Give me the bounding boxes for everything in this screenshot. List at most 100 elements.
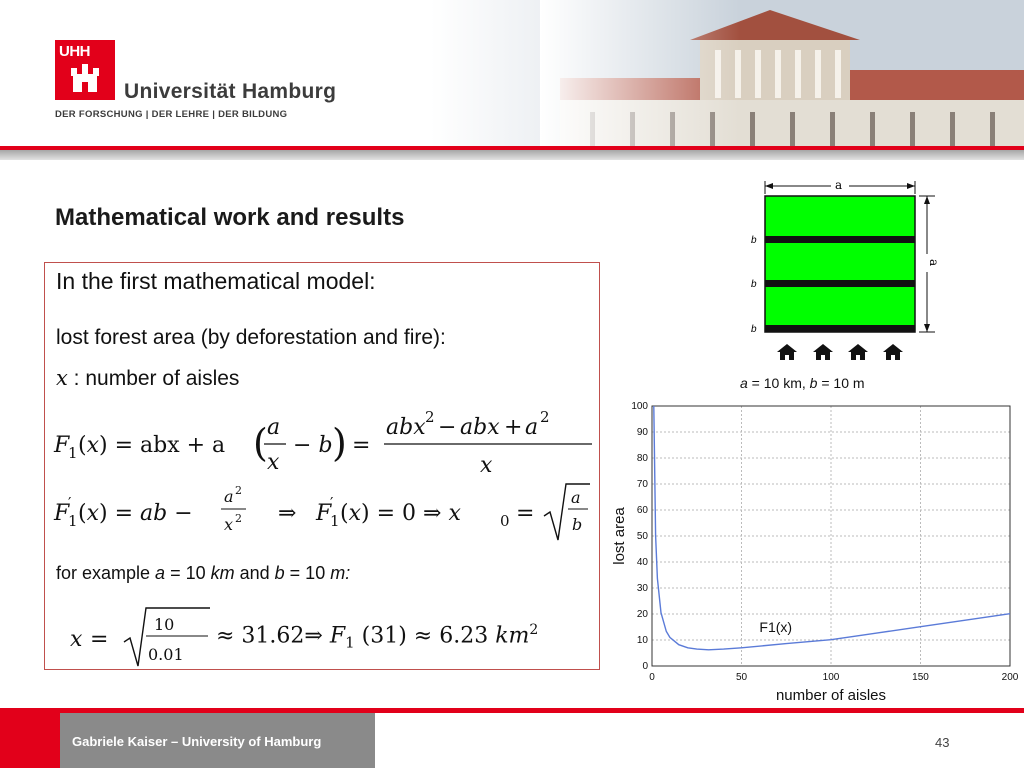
svg-text:a: a <box>224 487 234 506</box>
page-number: 43 <box>935 735 950 750</box>
curve-annotation: F1(x) <box>759 619 792 635</box>
svg-text:x: x <box>224 515 233 534</box>
caption-a-value: = 10 km, <box>747 375 810 391</box>
formula-derivative: F ′ 1 (x) = ab − a 2 x 2 ⇒ F ′ 1 (x) = 0… <box>53 483 590 541</box>
svg-text:′: ′ <box>330 494 334 512</box>
svg-text:1: 1 <box>68 512 78 530</box>
svg-text:(x) = 0 ⇒ x: (x) = 0 ⇒ x <box>340 501 461 526</box>
label-a-top: a <box>835 178 842 192</box>
svg-text:′: ′ <box>68 494 72 512</box>
a-symbol: a <box>155 563 166 583</box>
y-tick-label: 0 <box>642 661 648 672</box>
formula-f1: F 1 (x) = abx + a ( a x − b ) = abx 2 − … <box>53 408 592 478</box>
a-value: = 10 <box>165 563 211 583</box>
label-b-3: b <box>751 324 757 335</box>
y-tick-label: 90 <box>637 427 649 438</box>
house-icon <box>883 344 903 360</box>
x-axis-label: number of aisles <box>776 687 886 700</box>
y-tick-label: 80 <box>637 453 649 464</box>
header-grey-stripe <box>0 150 1024 160</box>
svg-text:+: + <box>504 415 522 440</box>
svg-text:(x) = ab −: (x) = ab − <box>78 501 193 526</box>
aisle-1 <box>765 236 915 243</box>
chart-grid <box>651 405 1011 667</box>
svg-text:=: = <box>352 433 370 458</box>
svg-text:abx: abx <box>386 415 426 440</box>
svg-text:2: 2 <box>235 512 242 525</box>
x-tick-label: 50 <box>736 672 748 683</box>
approx-x: ≈ 31.62⇒ <box>216 623 330 649</box>
b-unit: m: <box>330 563 351 583</box>
y-tick-label: 50 <box>637 531 649 542</box>
svg-text:b: b <box>572 515 582 534</box>
svg-text:10: 10 <box>154 615 174 634</box>
house-icon <box>848 344 868 360</box>
b-symbol: b <box>274 563 285 583</box>
svg-text:1: 1 <box>330 512 340 530</box>
footer-author: Gabriele Kaiser – University of Hamburg <box>72 734 322 749</box>
diagram-caption: a = 10 km, b = 10 m <box>740 375 865 391</box>
and-text: and <box>234 563 275 583</box>
aisle-2 <box>765 280 915 287</box>
series-line-f1 <box>653 405 1011 651</box>
x-description-text: : number of aisles <box>67 367 240 390</box>
formula-result: x = 10 0.01 ≈ 31.62⇒ F1 (31) ≈ 6.23 km2 <box>70 604 590 670</box>
svg-text:2: 2 <box>425 408 435 426</box>
house-icon <box>777 344 797 360</box>
label-a-right: a <box>927 259 941 266</box>
x-tick-label: 150 <box>912 672 929 683</box>
university-tagline: DER FORSCHUNG | DER LEHRE | DER BILDUNG <box>55 109 288 120</box>
svg-text:2: 2 <box>540 408 550 426</box>
svg-text:a: a <box>525 415 538 440</box>
caption-b-value: = 10 m <box>817 375 865 391</box>
example-prefix: for example <box>56 563 156 583</box>
house-icon <box>813 344 833 360</box>
svg-text:−: − <box>438 415 456 440</box>
castle-icon <box>71 64 99 92</box>
b-value: = 10 <box>284 563 331 583</box>
caption-a: a <box>740 375 748 391</box>
y-axis-label: lost area <box>611 507 628 565</box>
footer-red-block <box>0 713 60 768</box>
example-text: for example a = 10 km and b = 10 m: <box>56 563 350 584</box>
university-name: Universität Hamburg <box>124 80 337 103</box>
uhh-logo: UHH <box>55 40 115 100</box>
x-tick-label: 0 <box>649 672 655 683</box>
field-diagram: a b b b a <box>751 178 941 360</box>
x-description: x : number of aisles <box>56 366 239 391</box>
svg-text:x: x <box>480 453 493 478</box>
y-tick-label: 40 <box>637 557 649 568</box>
y-tick-label: 10 <box>637 635 649 646</box>
intro-text: In the first mathematical model: <box>56 268 376 294</box>
y-tick-label: 30 <box>637 583 649 594</box>
lost-area-text: lost forest area (by deforestation and f… <box>56 326 446 349</box>
x-symbol: x <box>56 366 68 390</box>
svg-text:a: a <box>571 488 581 507</box>
svg-text:1: 1 <box>68 444 78 462</box>
svg-text:⇒: ⇒ <box>278 501 296 526</box>
svg-text:abx: abx <box>460 415 500 440</box>
svg-text:2: 2 <box>235 484 242 497</box>
y-tick-label: 100 <box>631 401 648 412</box>
svg-text:=: = <box>90 627 108 652</box>
sqrt-expression: x = 10 0.01 <box>70 607 210 667</box>
label-b-1: b <box>751 235 757 246</box>
svg-text:): ) <box>332 421 347 465</box>
svg-text:− b: − b <box>293 433 333 458</box>
y-tick-label: 70 <box>637 479 649 490</box>
forest-field <box>764 195 916 333</box>
result-unit: km <box>495 623 530 649</box>
svg-text:0.01: 0.01 <box>148 645 184 664</box>
y-tick-label: 20 <box>637 609 649 620</box>
result-text: ≈ 31.62⇒ F1 (31) ≈ 6.23 km2 <box>216 622 539 652</box>
aisle-3 <box>765 325 915 332</box>
svg-text:a: a <box>267 415 280 440</box>
x-tick-label: 200 <box>1002 672 1019 683</box>
lost-area-chart: 0 50 100 150 200 0 10 20 30 40 50 60 70 80 90 100 F1(x)… <box>611 401 1019 700</box>
label-b-2: b <box>751 279 757 290</box>
svg-text:(: ( <box>253 421 268 465</box>
approx-f: (31) ≈ 6.23 <box>354 623 496 649</box>
svg-text:x: x <box>70 627 83 652</box>
svg-text:=: = <box>516 501 534 526</box>
x-tick-label: 100 <box>823 672 840 683</box>
